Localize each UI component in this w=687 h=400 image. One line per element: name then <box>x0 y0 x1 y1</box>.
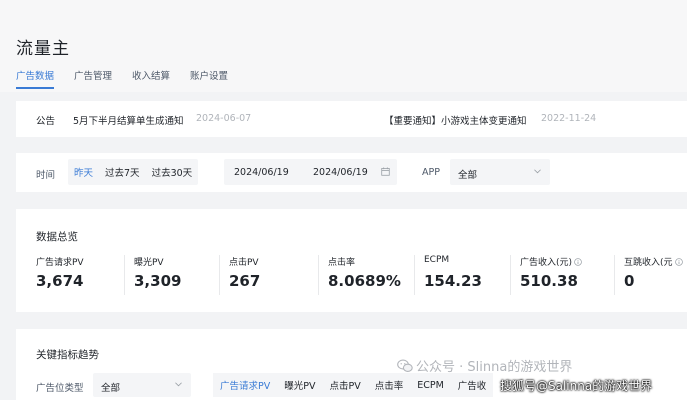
metrics-row: 广告请求PV 3,674 曝光PV 3,309 点击PV 267 点击率 8.0… <box>36 255 687 295</box>
metric-label: 点击率 <box>328 258 356 268</box>
metric-label: 广告收入(元) <box>520 255 582 268</box>
metric-label: 点击PV <box>229 258 259 268</box>
metric-label: 曝光PV <box>134 258 164 268</box>
metric-divider <box>614 255 615 295</box>
range-last-30-days[interactable]: 过去30天 <box>146 165 199 179</box>
tab-account-settings[interactable]: 账户设置 <box>190 68 228 88</box>
header: 流量主 广告数据 广告管理 收入结算 账户设置 <box>0 0 687 92</box>
metric-value: 267 <box>229 272 261 290</box>
metric-divider <box>318 255 319 295</box>
wechat-icon <box>397 359 413 372</box>
filter-bar: 时间 昨天 过去7天 过去30天 2024/06/19 2024/06/19 A… <box>16 153 687 192</box>
notice-date: 2022-11-24 <box>541 113 597 124</box>
metric-label: ECPM <box>424 255 450 265</box>
metric-value: 154.23 <box>424 272 482 290</box>
page-title: 流量主 <box>16 39 70 59</box>
date-start: 2024/06/19 <box>234 167 289 178</box>
ad-slot-type-value: 全部 <box>101 383 121 394</box>
notice-link-entity-change[interactable]: 【重要通知】小游戏主体变更通知 <box>384 113 527 127</box>
data-overview: 数据总览 广告请求PV 3,674 曝光PV 3,309 点击PV 267 点击… <box>16 209 687 312</box>
tab-ad-management[interactable]: 广告管理 <box>74 68 112 88</box>
notice-label: 公告 <box>36 116 56 127</box>
time-label: 时间 <box>36 170 56 181</box>
metric-label: 广告请求PV <box>36 258 84 268</box>
page: 流量主 广告数据 广告管理 收入结算 账户设置 公告 5月下半月结算单生成通知 … <box>0 0 687 400</box>
trend-tab-impressions[interactable]: 曝光PV <box>277 378 322 392</box>
chevron-down-icon <box>534 169 541 174</box>
metric-label-text: 互跳收入(元 <box>624 258 673 268</box>
info-icon[interactable] <box>674 258 683 266</box>
trend-title: 关键指标趋势 <box>36 349 99 361</box>
wechat-watermark-text: 公众号 · Slinna的游戏世界 <box>416 360 573 375</box>
range-last-7-days[interactable]: 过去7天 <box>99 165 146 179</box>
metric-label-text: 广告收入(元) <box>520 258 573 268</box>
trend-tab-ad-requests[interactable]: 广告请求PV <box>213 378 277 392</box>
metric-divider <box>219 255 220 295</box>
metric-divider <box>510 255 511 295</box>
metric-label: 互跳收入(元 <box>624 255 683 268</box>
date-end: 2024/06/19 <box>313 167 368 178</box>
metric-divider <box>124 255 125 295</box>
date-range-picker[interactable]: 2024/06/19 2024/06/19 <box>224 159 397 185</box>
app-select[interactable]: 全部 <box>450 159 550 185</box>
metric-value: 3,309 <box>134 272 182 290</box>
notice-bar: 公告 5月下半月结算单生成通知 2024-06-07 【重要通知】小游戏主体变更… <box>16 101 687 137</box>
metric-value: 0 <box>624 272 635 290</box>
app-select-value: 全部 <box>458 170 478 181</box>
trend-tab-ctr[interactable]: 点击率 <box>368 378 411 392</box>
wechat-watermark: 公众号 · Slinna的游戏世界 <box>397 356 572 375</box>
overview-title: 数据总览 <box>36 231 78 243</box>
metric-value: 3,674 <box>36 272 84 290</box>
trend-tab-clicks[interactable]: 点击PV <box>322 378 367 392</box>
trend-tab-ad-revenue[interactable]: 广告收 <box>451 378 494 392</box>
metric-value: 8.0689% <box>328 272 401 290</box>
tab-ad-data[interactable]: 广告数据 <box>16 68 55 89</box>
trend-tab-ecpm[interactable]: ECPM <box>410 380 451 391</box>
trend-metric-tabs: 广告请求PV 曝光PV 点击PV 点击率 ECPM 广告收 <box>213 373 494 397</box>
info-icon[interactable] <box>574 258 582 266</box>
metric-value: 510.38 <box>520 272 578 290</box>
chevron-down-icon <box>175 382 182 387</box>
quick-range-group: 昨天 过去7天 过去30天 <box>68 159 199 185</box>
range-yesterday[interactable]: 昨天 <box>68 165 99 179</box>
metric-divider <box>414 255 415 295</box>
sohu-watermark: 搜狐号@Salinna的游戏世界 <box>500 379 653 393</box>
tab-settlement[interactable]: 收入结算 <box>132 68 170 88</box>
notice-link-settlement[interactable]: 5月下半月结算单生成通知 <box>73 113 184 127</box>
notice-date: 2024-06-07 <box>196 113 252 124</box>
app-label: APP <box>422 167 440 178</box>
calendar-icon <box>381 167 390 176</box>
main-tabs: 广告数据 广告管理 收入结算 账户设置 <box>16 68 228 89</box>
ad-slot-type-label: 广告位类型 <box>36 383 84 394</box>
ad-slot-type-select[interactable]: 全部 <box>93 373 191 397</box>
